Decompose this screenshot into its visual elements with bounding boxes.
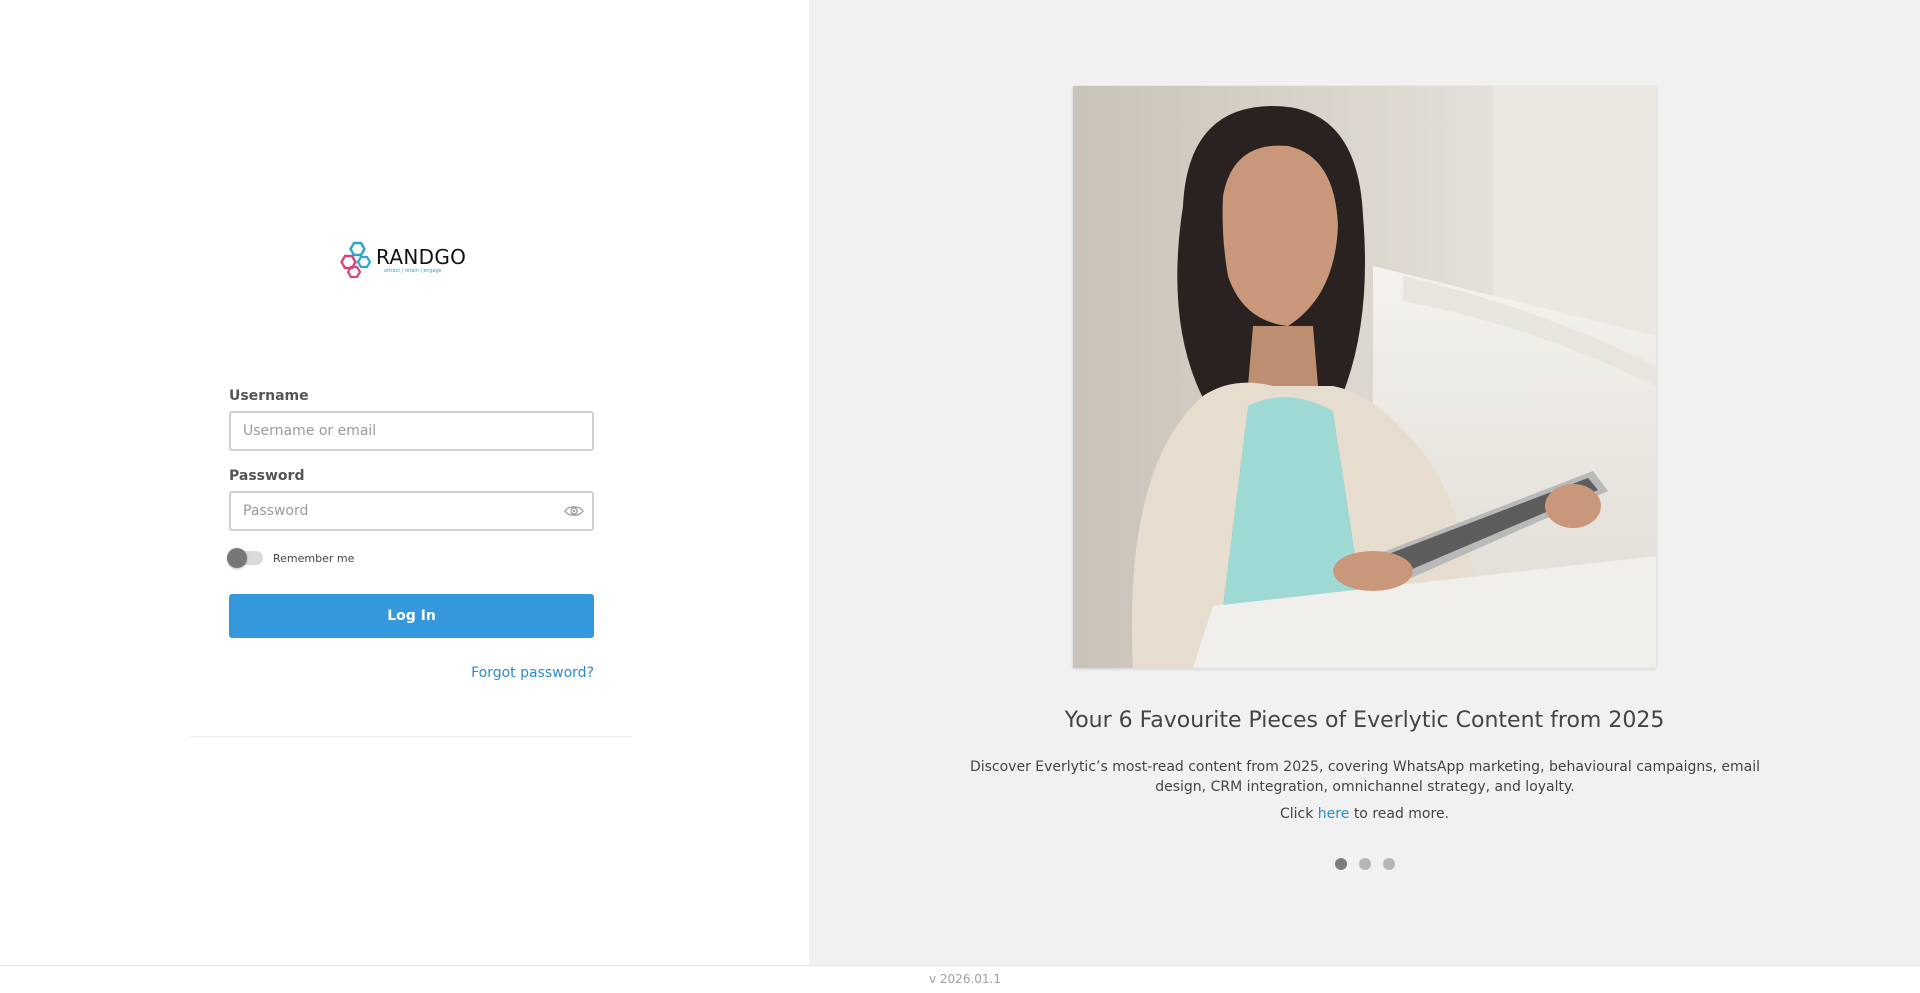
- remember-me-toggle[interactable]: [227, 548, 263, 568]
- carousel-dot-1[interactable]: [1334, 858, 1347, 870]
- slide-read-more-link[interactable]: here: [1318, 806, 1350, 822]
- randgo-logo: RANDGO attract | retain | engage: [340, 241, 466, 279]
- logo-mark-icon: [340, 241, 372, 279]
- slide-cta: Click here to read more.: [809, 806, 1920, 822]
- login-panel: RANDGO attract | retain | engage Usernam…: [0, 0, 809, 965]
- promo-panel: Your 6 Favourite Pieces of Everlytic Con…: [809, 0, 1920, 965]
- username-label: Username: [229, 388, 309, 404]
- login-form: Username Password Remember me: [227, 388, 594, 681]
- password-input[interactable]: [231, 493, 592, 529]
- carousel-dot-3[interactable]: [1382, 858, 1395, 870]
- promo-image-woman-with-tablet: [1073, 86, 1656, 668]
- password-label: Password: [229, 468, 305, 484]
- slide-cta-prefix: Click: [1279, 806, 1314, 822]
- toggle-knob: [227, 548, 247, 568]
- version-label: v 2026.01.1: [929, 972, 1001, 986]
- slide-cta-suffix: to read more.: [1353, 806, 1450, 822]
- slide-description: Discover Everlytic’s most-read content f…: [969, 759, 1761, 795]
- slide-title: Your 6 Favourite Pieces of Everlytic Con…: [1064, 708, 1665, 733]
- log-in-button[interactable]: Log In: [229, 594, 594, 638]
- remember-me-label: Remember me: [273, 551, 355, 565]
- carousel-dots: [809, 858, 1920, 870]
- show-password-eye-icon[interactable]: [564, 502, 584, 520]
- password-field-wrapper: [229, 491, 594, 531]
- forgot-password-link[interactable]: Forgot password?: [229, 665, 594, 681]
- carousel-dot-2[interactable]: [1358, 858, 1371, 870]
- login-page: RANDGO attract | retain | engage Usernam…: [0, 0, 1920, 993]
- username-input[interactable]: [231, 413, 592, 449]
- svg-text:RANDGO: RANDGO: [376, 245, 466, 269]
- form-divider: [190, 736, 632, 737]
- username-field-wrapper: [229, 411, 594, 451]
- footer: v 2026.01.1: [0, 965, 1920, 993]
- svg-text:attract | retain | engage: attract | retain | engage: [384, 268, 441, 274]
- remember-me-row: Remember me: [227, 547, 594, 569]
